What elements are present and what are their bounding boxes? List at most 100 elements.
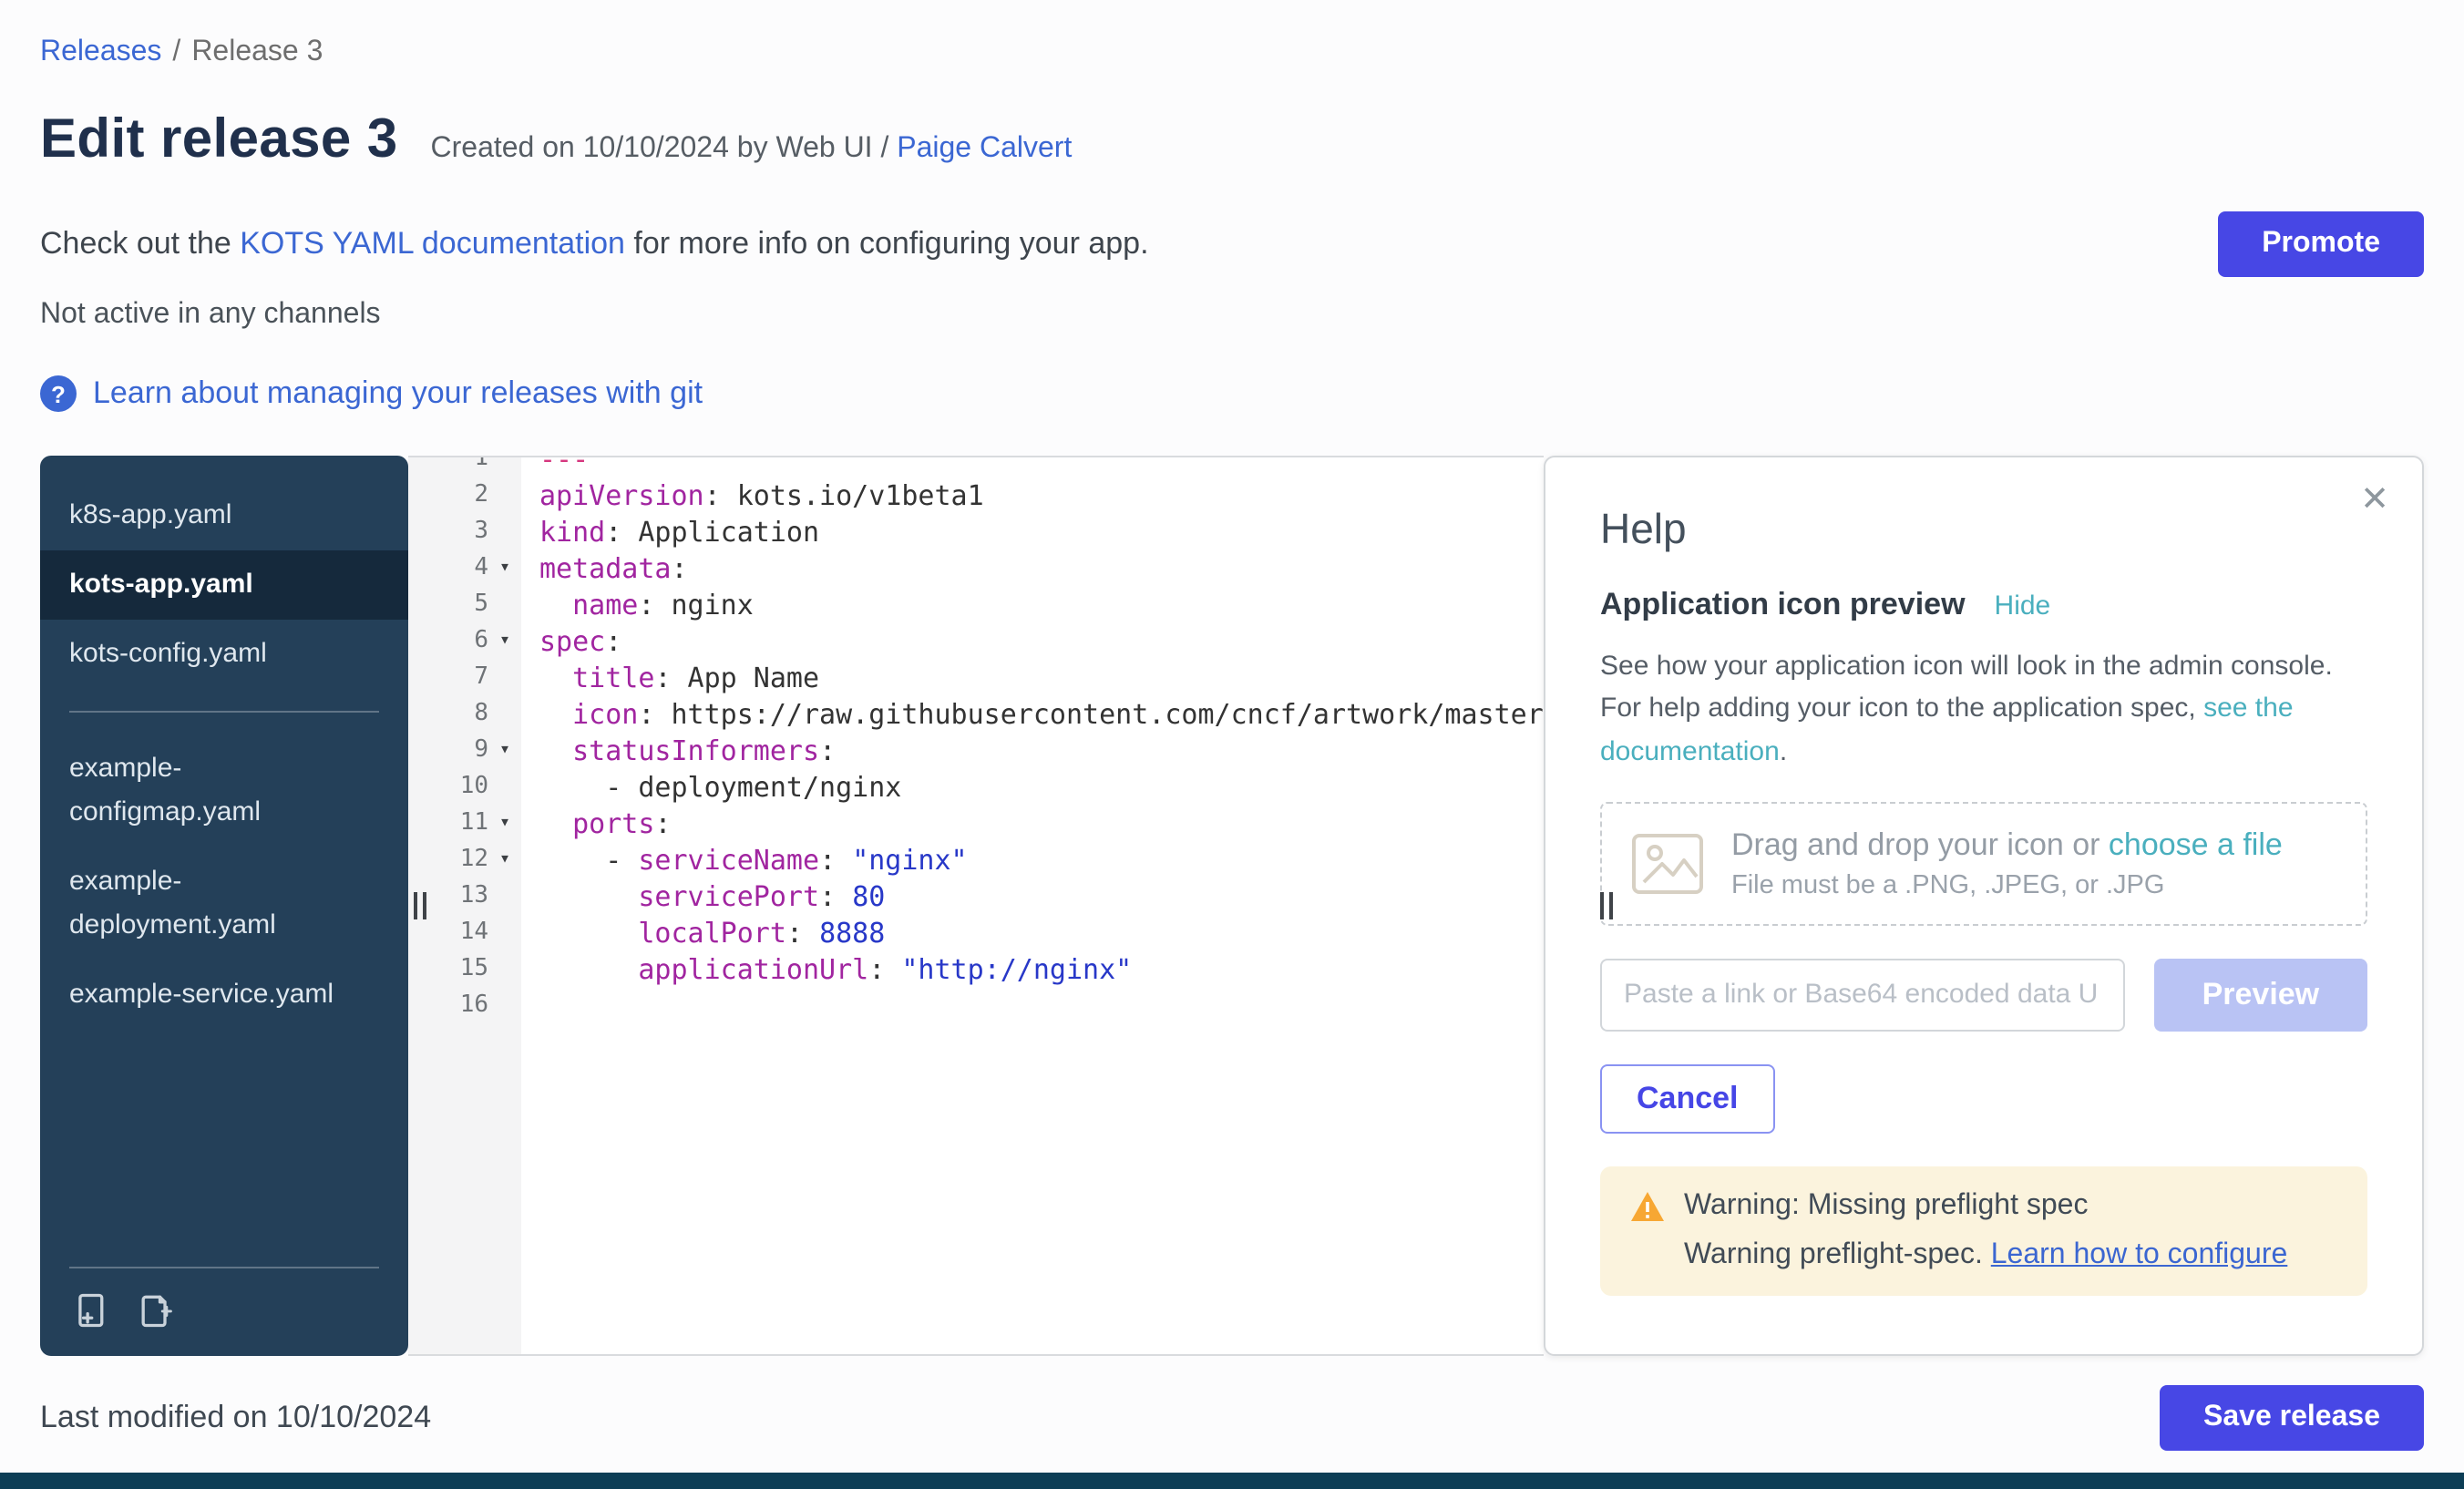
last-modified-text: Last modified on 10/10/2024 <box>40 1400 431 1436</box>
help-title: Help <box>1600 505 2367 554</box>
fold-caret-icon[interactable]: ▾ <box>488 806 521 842</box>
code-line: 14 localPort: 8888 <box>408 915 1544 951</box>
learn-how-to-configure-link[interactable]: Learn how to configure <box>1991 1239 2288 1270</box>
channel-status: Not active in any channels <box>40 299 2424 332</box>
code-line: 10 - deployment/nginx <box>408 769 1544 806</box>
editor-help-resize-handle[interactable] <box>1600 892 1613 919</box>
code-line: 1 --- <box>408 456 1544 478</box>
code-text: kind: Application <box>521 514 1544 550</box>
file-type-note: File must be a .PNG, .JPEG, or .JPG <box>1731 871 2283 900</box>
code-text: name: nginx <box>521 587 1544 623</box>
code-text: statusInformers: <box>521 733 1544 769</box>
file-tree: k8s-app.yamlkots-app.yamlkots-config.yam… <box>40 481 408 1030</box>
code-line: 15 applicationUrl: "http://nginx" <box>408 951 1544 988</box>
code-line: 16 <box>408 988 1544 1024</box>
code-text: applicationUrl: "http://nginx" <box>521 951 1544 988</box>
line-number: 6 <box>408 623 488 660</box>
fold-caret-icon[interactable]: ▾ <box>488 623 521 660</box>
fold-caret-icon[interactable]: ▾ <box>488 842 521 878</box>
code-text: - deployment/nginx <box>521 769 1544 806</box>
line-number: 14 <box>408 915 488 951</box>
warning-triangle-icon <box>1629 1190 1666 1223</box>
file-item[interactable]: kots-config.yaml <box>40 620 408 689</box>
help-panel: ✕ Help Application icon preview Hide See… <box>1544 456 2424 1356</box>
line-number: 11 <box>408 806 488 842</box>
cancel-button[interactable]: Cancel <box>1600 1064 1775 1134</box>
breadcrumb-releases-link[interactable]: Releases <box>40 36 161 67</box>
code-line: 11▾ ports: <box>408 806 1544 842</box>
drop-prefix: Drag and drop your icon or <box>1731 827 2109 862</box>
fold-gutter <box>488 514 521 550</box>
warning-text: Warning preflight-spec. <box>1684 1239 1991 1270</box>
icon-dropzone[interactable]: Drag and drop your icon or choose a file… <box>1600 802 2367 926</box>
sidebar-editor-resize-handle[interactable] <box>414 892 426 919</box>
fold-gutter <box>488 660 521 696</box>
bottom-edge-strip <box>0 1473 2464 1489</box>
doc-prefix: Check out the <box>40 226 240 261</box>
warning-detail: Warning preflight-spec. Learn how to con… <box>1684 1239 2338 1272</box>
code-text: --- <box>521 456 1544 478</box>
upload-file-icon[interactable] <box>69 1290 109 1330</box>
code-text: metadata: <box>521 550 1544 587</box>
new-file-icon[interactable] <box>135 1290 175 1330</box>
dropzone-text: Drag and drop your icon or choose a file… <box>1731 827 2283 900</box>
fold-gutter <box>488 696 521 733</box>
yaml-editor[interactable]: 1 ---2apiVersion: kots.io/v1beta13kind: A… <box>408 456 1544 1356</box>
fold-gutter <box>488 769 521 806</box>
doc-row: Check out the KOTS YAML documentation fo… <box>40 211 2424 277</box>
fold-gutter <box>488 951 521 988</box>
breadcrumb-current: Release 3 <box>191 36 323 67</box>
preview-button[interactable]: Preview <box>2154 959 2367 1032</box>
footer: Last modified on 10/10/2024 Save release <box>40 1385 2424 1451</box>
file-group-divider <box>69 711 379 713</box>
fold-gutter <box>488 587 521 623</box>
icon-preview-description: See how your application icon will look … <box>1600 645 2367 773</box>
created-text: Created on 10/10/2024 by Web UI / <box>431 133 898 164</box>
code-text: spec: <box>521 623 1544 660</box>
line-number: 7 <box>408 660 488 696</box>
kots-yaml-docs-link[interactable]: KOTS YAML documentation <box>240 226 625 261</box>
git-releases-link[interactable]: Learn about managing your releases with … <box>93 375 703 412</box>
line-number: 16 <box>408 988 488 1024</box>
file-item[interactable]: example-service.yaml <box>40 960 408 1030</box>
icon-url-input[interactable] <box>1600 959 2125 1032</box>
fold-caret-icon[interactable]: ▾ <box>488 550 521 587</box>
code-text: apiVersion: kots.io/v1beta1 <box>521 478 1544 514</box>
line-number: 15 <box>408 951 488 988</box>
code-text: servicePort: 80 <box>521 878 1544 915</box>
code-line: 12▾ - serviceName: "nginx" <box>408 842 1544 878</box>
fold-gutter <box>488 988 521 1024</box>
created-meta: Created on 10/10/2024 by Web UI / Paige … <box>431 133 1073 166</box>
file-item[interactable]: example-deployment.yaml <box>40 847 408 960</box>
file-item[interactable]: k8s-app.yaml <box>40 481 408 550</box>
choose-file-link[interactable]: choose a file <box>2109 827 2283 862</box>
line-number: 5 <box>408 587 488 623</box>
hide-link[interactable]: Hide <box>1995 590 2051 621</box>
save-release-button[interactable]: Save release <box>2160 1385 2424 1451</box>
code-line: 2apiVersion: kots.io/v1beta1 <box>408 478 1544 514</box>
page-title: Edit release 3 <box>40 109 398 171</box>
code-line: 9▾ statusInformers: <box>408 733 1544 769</box>
close-icon[interactable]: ✕ <box>2360 483 2389 518</box>
line-number: 12 <box>408 842 488 878</box>
icon-preview-title: Application icon preview <box>1600 587 1966 623</box>
line-number: 1 <box>408 456 488 478</box>
code-line: 3kind: Application <box>408 514 1544 550</box>
code-line: 4▾metadata: <box>408 550 1544 587</box>
promote-button[interactable]: Promote <box>2218 211 2424 277</box>
code-line: 5 name: nginx <box>408 587 1544 623</box>
fold-caret-icon[interactable]: ▾ <box>488 733 521 769</box>
fold-gutter <box>488 878 521 915</box>
git-help-row: ? Learn about managing your releases wit… <box>40 375 2424 412</box>
file-item[interactable]: example-configmap.yaml <box>40 734 408 847</box>
line-number: 10 <box>408 769 488 806</box>
warning-box: Warning: Missing preflight spec Warning … <box>1600 1166 2367 1296</box>
fold-gutter <box>488 478 521 514</box>
breadcrumb-separator: / <box>172 36 180 67</box>
breadcrumb: Releases / Release 3 <box>40 0 2424 69</box>
file-item[interactable]: kots-app.yaml <box>40 550 408 620</box>
title-row: Edit release 3 Created on 10/10/2024 by … <box>40 109 2424 171</box>
author-link[interactable]: Paige Calvert <box>897 133 1072 164</box>
code-line: 8 icon: https://raw.githubusercontent.co… <box>408 696 1544 733</box>
release-editor-panels: k8s-app.yamlkots-app.yamlkots-config.yam… <box>40 456 2424 1356</box>
